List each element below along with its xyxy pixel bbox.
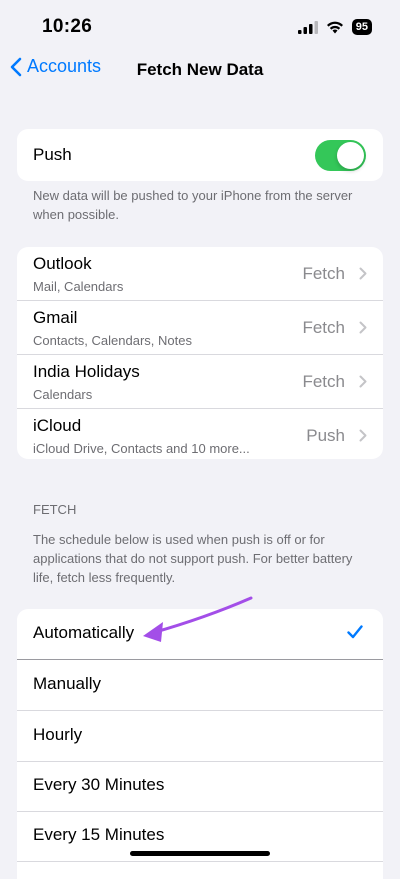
account-fetch-mode: Fetch [302,318,345,337]
cellular-signal-icon [297,20,318,34]
chevron-right-icon [359,321,367,334]
account-fetch-mode: Fetch [302,372,345,391]
status-time: 10:26 [42,16,93,37]
push-row: Push [17,129,383,181]
schedule-option-automatically[interactable]: Automatically [17,609,383,660]
navigation-bar: Accounts Fetch New Data [0,56,400,88]
fetch-schedule-group: Automatically Manually Hourly Every 30 M… [17,609,383,879]
account-row-icloud[interactable]: iCloud iCloud Drive, Contacts and 10 mor… [17,409,383,459]
push-label: Push [33,145,72,164]
account-row-gmail[interactable]: Gmail Contacts, Calendars, Notes Fetch [17,301,383,355]
schedule-option-label: Manually [33,674,102,693]
schedule-option-label: Automatically [33,623,135,642]
accounts-group: Outlook Mail, Calendars Fetch Gmail Cont… [17,247,383,459]
wifi-icon [326,21,343,33]
schedule-option-manually[interactable]: Manually [17,660,383,711]
account-name: Gmail [33,308,78,327]
schedule-option-every-30-minutes[interactable]: Every 30 Minutes [17,761,383,812]
status-bar: 10:26 95 [0,0,400,54]
account-row-outlook[interactable]: Outlook Mail, Calendars Fetch [17,247,383,301]
chevron-right-icon [359,429,367,442]
schedule-option-label: Every 30 Minutes [33,775,165,794]
push-toggle[interactable] [315,140,366,171]
push-group: Push [17,129,383,181]
account-fetch-mode: Push [306,426,345,445]
account-detail: Contacts, Calendars, Notes [33,333,192,348]
account-detail: iCloud Drive, Contacts and 10 more... [33,441,250,456]
schedule-option-label: Every 15 Minutes [33,825,165,844]
account-detail: Calendars [33,387,93,402]
schedule-option-hourly[interactable]: Hourly [17,711,383,762]
account-name: iCloud [33,416,82,435]
toggle-knob [337,142,364,169]
chevron-right-icon [359,375,367,388]
schedule-option-label: Hourly [33,725,83,744]
account-row-india-holidays[interactable]: India Holidays Calendars Fetch [17,355,383,409]
account-name: India Holidays [33,362,140,381]
fetch-note: The schedule below is used when push is … [33,532,353,585]
account-detail: Mail, Calendars [33,279,124,294]
chevron-right-icon [359,267,367,280]
battery-level: 95 [351,19,372,35]
account-fetch-mode: Fetch [302,264,345,283]
home-indicator [130,851,270,856]
push-note: New data will be pushed to your iPhone f… [33,188,353,222]
checkmark-icon [347,625,363,639]
status-icons: 95 [297,19,372,35]
fetch-section-header: FETCH [33,502,77,517]
page-title: Fetch New Data [136,60,264,79]
account-name: Outlook [33,254,92,273]
